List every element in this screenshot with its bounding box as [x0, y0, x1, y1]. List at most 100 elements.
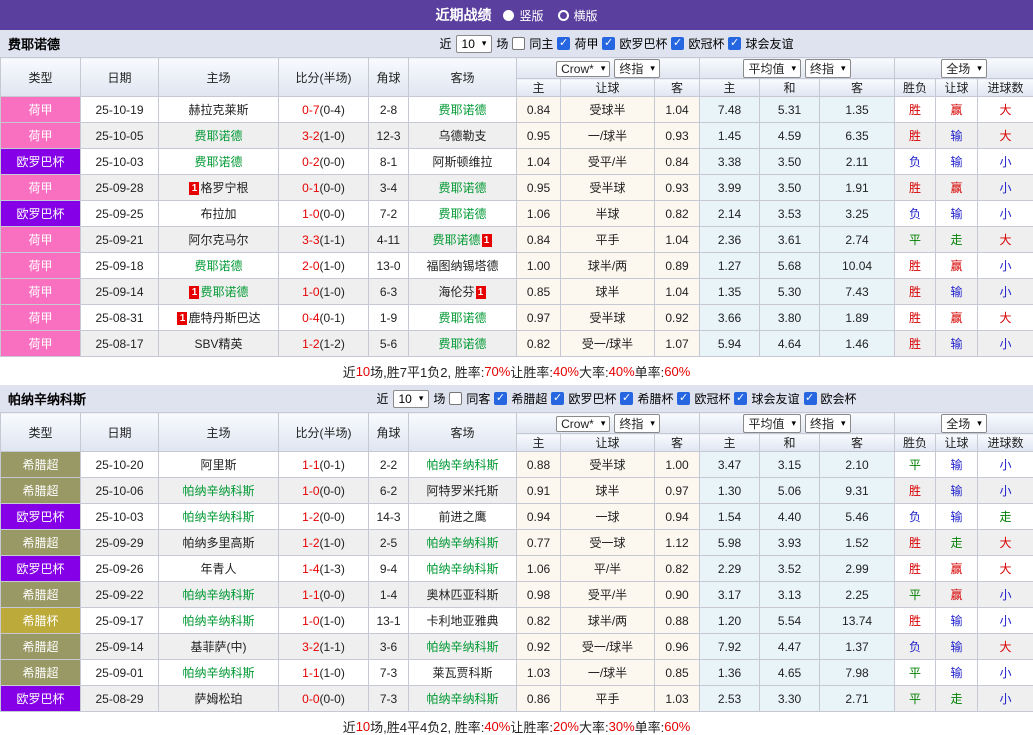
- avg-home-odds-cell: 1.54: [700, 504, 760, 530]
- league-checkbox[interactable]: [671, 37, 684, 50]
- scope-select[interactable]: 全场▾: [941, 414, 987, 433]
- avg-source-select[interactable]: 平均值▾: [743, 59, 801, 78]
- fulltime-score: 2-0: [302, 259, 319, 273]
- corner-cell: 1-4: [369, 582, 409, 608]
- home-team-cell: 帕纳辛纳科斯: [159, 478, 279, 504]
- red-card-icon: 1: [189, 286, 199, 299]
- league-checkbox[interactable]: [620, 392, 633, 405]
- avg-away-odds-cell: 1.46: [820, 331, 895, 357]
- league-checkbox[interactable]: [551, 392, 564, 405]
- league-checkbox[interactable]: [734, 392, 747, 405]
- recent-count-select[interactable]: 10▾: [456, 35, 493, 53]
- handicap-line-cell: 球半/两: [561, 608, 655, 634]
- result-cell: 负: [895, 634, 936, 660]
- handicap-result-cell: 输: [936, 452, 978, 478]
- page-title: 近期战绩: [435, 5, 491, 25]
- column-header: 比分(半场): [279, 413, 369, 452]
- date-cell: 25-09-18: [81, 253, 159, 279]
- same-ground-checkbox[interactable]: [449, 392, 462, 405]
- odds-source-select[interactable]: Crow*▾: [556, 61, 610, 77]
- corner-cell: 8-1: [369, 149, 409, 175]
- team-section-2: 帕纳辛纳科斯近10▾场同客希腊超欧罗巴杯希腊杯欧冠杯球会友谊欧会杯类型日期主场比…: [0, 385, 1033, 735]
- team-name-text: 帕纳辛纳科斯: [426, 640, 498, 654]
- home-team-cell: SBV精英: [159, 331, 279, 357]
- avg-away-odds-cell: 2.25: [820, 582, 895, 608]
- date-cell: 25-09-22: [81, 582, 159, 608]
- avg-home-odds-cell: 2.14: [700, 201, 760, 227]
- chevron-down-icon: ▾: [601, 418, 606, 429]
- result-cell: 胜: [895, 123, 936, 149]
- league-checkbox[interactable]: [494, 392, 507, 405]
- handicap-away-odds-cell: 0.82: [655, 556, 700, 582]
- league-checkbox[interactable]: [677, 392, 690, 405]
- avg-draw-odds-cell: 3.30: [760, 686, 820, 712]
- avg-final-select-value: 终指: [810, 60, 834, 77]
- avg-home-odds-cell: 1.35: [700, 279, 760, 305]
- avg-home-odds-cell: 1.27: [700, 253, 760, 279]
- handicap-result-cell: 输: [936, 608, 978, 634]
- table-row: 希腊超25-09-29帕纳多里高斯1-2(1-0)2-5帕纳辛纳科斯0.77受一…: [1, 530, 1033, 556]
- summary-line: 近10场,胜7平1负2, 胜率:70% 让胜率:40% 大率:40% 单率:60…: [0, 357, 1033, 385]
- chevron-down-icon: ▾: [977, 418, 982, 429]
- avg-draw-odds-cell: 4.65: [760, 660, 820, 686]
- recent-count-select-value: 10: [462, 37, 475, 51]
- matches-table: 类型日期主场比分(半场)角球客场Crow*▾终指▾平均值▾终指▾全场▾主让球客主…: [0, 412, 1033, 712]
- league-checkbox[interactable]: [602, 37, 615, 50]
- away-team-cell: 卡利地亚雅典: [409, 608, 517, 634]
- league-checkbox[interactable]: [728, 37, 741, 50]
- league-checkbox-label: 球会友谊: [751, 390, 799, 407]
- handicap-away-odds-cell: 0.92: [655, 305, 700, 331]
- goals-result-cell: 大: [978, 556, 1033, 582]
- goals-result-cell: 大: [978, 530, 1033, 556]
- goals-result-cell: 小: [978, 582, 1033, 608]
- scope-select[interactable]: 全场▾: [941, 59, 987, 78]
- halftime-score: (0-0): [320, 155, 345, 169]
- league-type-cell: 荷甲: [1, 123, 81, 149]
- handicap-home-odds-cell: 0.84: [517, 97, 561, 123]
- avg-final-select[interactable]: 终指▾: [805, 59, 851, 78]
- same-ground-checkbox[interactable]: [512, 37, 525, 50]
- handicap-home-odds-cell: 1.00: [517, 253, 561, 279]
- avg-final-select[interactable]: 终指▾: [805, 414, 851, 433]
- odds-final-select[interactable]: 终指▾: [614, 59, 660, 78]
- handicap-result-cell: 赢: [936, 582, 978, 608]
- summary-segment: 60%: [664, 719, 690, 734]
- goals-result-cell: 走: [978, 504, 1033, 530]
- fulltime-score: 1-2: [302, 536, 319, 550]
- handicap-line-cell: 球半: [561, 279, 655, 305]
- away-team-cell: 阿特罗米托斯: [409, 478, 517, 504]
- recent-count-select-value: 10: [399, 392, 412, 406]
- table-row: 荷甲25-09-18费耶诺德2-0(1-0)13-0福图纳锡塔德1.00球半/两…: [1, 253, 1033, 279]
- layout-option-vertical[interactable]: 竖版: [503, 7, 543, 24]
- table-row: 荷甲25-09-281格罗宁根0-1(0-0)3-4费耶诺德0.95受半球0.9…: [1, 175, 1033, 201]
- date-cell: 25-09-29: [81, 530, 159, 556]
- team-name-text: 帕纳多里高斯: [182, 536, 254, 550]
- corner-cell: 2-8: [369, 97, 409, 123]
- chevron-down-icon: ▾: [650, 63, 655, 74]
- league-type-cell: 欧罗巴杯: [1, 149, 81, 175]
- team-name-text: 帕纳辛纳科斯: [426, 692, 498, 706]
- table-row: 荷甲25-08-17SBV精英1-2(1-2)5-6费耶诺德0.82受一/球半1…: [1, 331, 1033, 357]
- league-checkbox[interactable]: [557, 37, 570, 50]
- away-team-cell: 费耶诺德: [409, 305, 517, 331]
- odds-source-select[interactable]: Crow*▾: [556, 416, 610, 432]
- sections-container: 费耶诺德近10▾场同主荷甲欧罗巴杯欧冠杯球会友谊类型日期主场比分(半场)角球客场…: [0, 30, 1033, 735]
- goals-result-cell: 小: [978, 253, 1033, 279]
- halftime-score: (0-4): [320, 103, 345, 117]
- handicap-home-odds-cell: 1.06: [517, 556, 561, 582]
- sub-column-header: 进球数: [978, 79, 1033, 97]
- date-cell: 25-10-05: [81, 123, 159, 149]
- score-cell: 0-2(0-0): [279, 149, 369, 175]
- sub-column-header: 客: [820, 79, 895, 97]
- score-cell: 0-0(0-0): [279, 686, 369, 712]
- recent-count-select[interactable]: 10▾: [393, 390, 430, 408]
- summary-line: 近10场,胜4平4负2, 胜率:40% 让胜率:20% 大率:30% 单率:60…: [0, 712, 1033, 735]
- avg-source-select[interactable]: 平均值▾: [743, 414, 801, 433]
- layout-option-horizontal[interactable]: 横版: [558, 7, 598, 24]
- same-ground-label: 同客: [466, 390, 490, 407]
- odds-final-select[interactable]: 终指▾: [614, 414, 660, 433]
- sub-column-header: 主: [517, 434, 561, 452]
- league-type-cell: 欧罗巴杯: [1, 201, 81, 227]
- league-checkbox[interactable]: [804, 392, 817, 405]
- avg-home-odds-cell: 7.48: [700, 97, 760, 123]
